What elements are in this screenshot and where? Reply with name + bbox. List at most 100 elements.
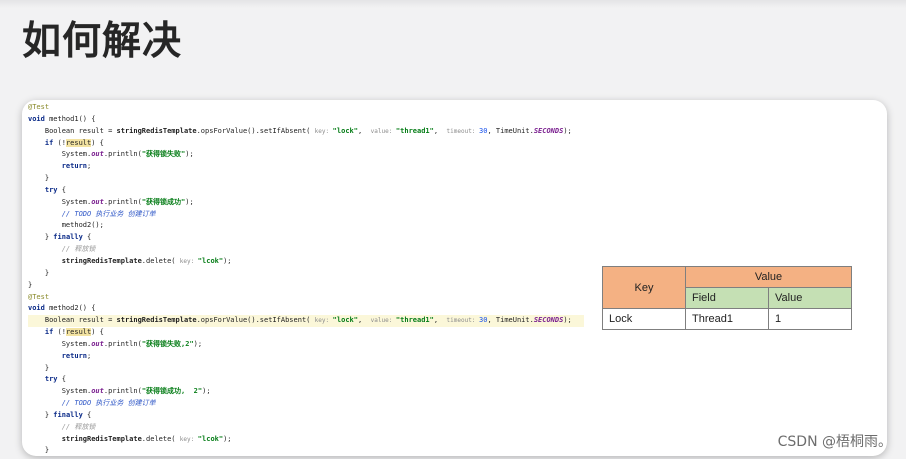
code-token: , TimeUnit. [487, 126, 534, 135]
code-line: try { [28, 374, 588, 386]
code-line: return; [28, 161, 588, 173]
code-token: // TODO 执行业务 创建订单 [28, 399, 156, 408]
code-line: if (!result) { [28, 327, 588, 339]
code-token: key: [314, 317, 333, 325]
code-token: } [28, 174, 50, 183]
redis-hash-table: Key Value Field Value Lock Thread1 1 [602, 266, 852, 330]
code-line: Boolean result = stringRedisTemplate.ops… [28, 315, 584, 328]
watermark: CSDN @梧桐雨。 [777, 434, 892, 450]
code-token: ); [202, 387, 211, 396]
code-line: System.out.println("获得锁失败,2"); [28, 339, 588, 351]
code-token: ) { [91, 328, 104, 337]
code-token: .opsForValue().setIfAbsent( [196, 126, 315, 135]
code-line: } [28, 280, 588, 292]
code-token: key: [314, 127, 333, 135]
code-token: .opsForValue().setIfAbsent( [196, 316, 315, 325]
code-token: return [28, 351, 88, 360]
code-token: result [65, 138, 92, 147]
code-token: { [87, 233, 92, 242]
code-token: } [28, 446, 50, 455]
code-token: SECONDS [533, 126, 564, 135]
code-token: , [433, 126, 447, 135]
code-token: ); [563, 126, 572, 135]
code-token: stringRedisTemplate [116, 316, 197, 325]
code-token: "获得锁失败" [141, 150, 186, 159]
code-line: } [28, 445, 588, 456]
code-line: } [28, 268, 588, 280]
code-line: stringRedisTemplate.delete( key: "lcok")… [28, 256, 588, 268]
code-token: } [28, 410, 54, 419]
row-value: 1 [768, 308, 852, 330]
key-header: Key [602, 266, 686, 309]
code-token: out [91, 150, 104, 159]
code-token: key: [179, 435, 198, 443]
code-line: Boolean result = stringRedisTemplate.ops… [28, 126, 588, 138]
code-token: ; [87, 162, 92, 171]
code-token: if [28, 328, 58, 337]
code-token: "lcok" [197, 256, 224, 265]
code-line: // TODO 执行业务 创建订单 [28, 209, 588, 221]
code-token: ); [193, 339, 203, 348]
code-token: timeout: [446, 127, 480, 135]
code-token: .delete( [141, 434, 180, 443]
code-token: Boolean result = [28, 126, 117, 135]
row-field: Thread1 [685, 308, 769, 330]
code-token: Boolean result = [28, 316, 117, 325]
code-token: "lock" [332, 316, 358, 325]
code-line: // 释放锁 [28, 244, 588, 256]
code-token: .delete( [141, 256, 180, 265]
code-line: if (!result) { [28, 138, 588, 150]
code-line: } finally { [28, 232, 588, 244]
code-token: ); [185, 150, 194, 159]
slide-card: @Test void method1() { Boolean result = s… [22, 100, 887, 456]
code-token: ); [563, 316, 572, 325]
code-line: System.out.println("获得锁成功, 2"); [28, 386, 588, 398]
code-token: return [28, 162, 88, 171]
code-line: try { [28, 185, 588, 197]
code-token: timeout: [446, 317, 480, 325]
code-token: (! [57, 138, 66, 147]
code-token: method2() { [49, 304, 96, 313]
code-token: out [91, 339, 104, 348]
code-token: ; [87, 351, 92, 360]
code-token: , [433, 316, 447, 325]
code-token: { [61, 375, 66, 384]
top-shade [0, 0, 906, 8]
code-token: out [91, 387, 104, 396]
code-token: key: [179, 257, 198, 265]
code-token: stringRedisTemplate [116, 126, 197, 135]
code-line: // TODO 执行业务 创建订单 [28, 398, 588, 410]
code-token: } [28, 280, 33, 289]
code-token: result [65, 328, 92, 337]
code-token: , TimeUnit. [487, 316, 534, 325]
code-token: ) { [91, 138, 104, 147]
code-token: method2(); [28, 221, 104, 230]
code-token: if [28, 138, 58, 147]
code-line: // 释放锁 [28, 422, 588, 434]
code-token: System. [28, 339, 92, 348]
code-token: "thread1" [395, 126, 434, 135]
code-line: @Test [28, 102, 588, 114]
code-token: ); [223, 256, 232, 265]
code-token: // 释放锁 [28, 245, 96, 254]
code-token: SECONDS [533, 316, 564, 325]
code-token: method1() { [49, 114, 96, 123]
code-token: (! [57, 328, 66, 337]
code-line: method2(); [28, 220, 588, 232]
code-line: } [28, 363, 588, 375]
field-header: Field [685, 287, 769, 309]
code-token: stringRedisTemplate [28, 256, 142, 265]
value-sub-header: Value [768, 287, 852, 309]
code-token: { [87, 410, 92, 419]
code-token: try [28, 375, 62, 384]
code-token: , [357, 126, 371, 135]
code-token: ); [223, 434, 232, 443]
code-line: } finally { [28, 410, 588, 422]
code-token: try [28, 185, 62, 194]
code-token: } [28, 233, 54, 242]
code-token: "获得锁成功, 2" [141, 387, 203, 396]
code-token: // 释放锁 [28, 422, 96, 431]
code-token: .println( [103, 387, 142, 396]
code-token: finally [53, 410, 88, 419]
code-line: @Test [28, 292, 588, 304]
